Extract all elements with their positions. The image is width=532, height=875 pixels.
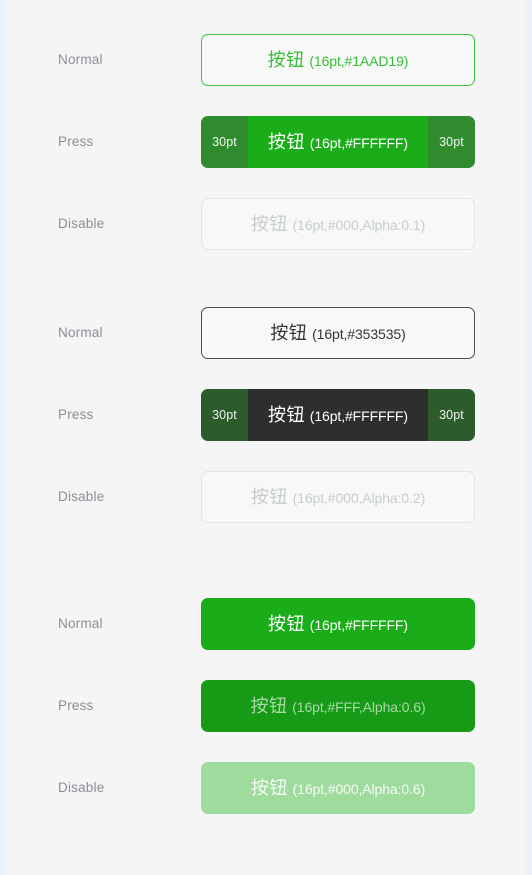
left-edge-strip: [0, 0, 9, 875]
button-label-cn: 按钮: [268, 132, 306, 152]
button-label-meta: (16pt,#000,Alpha:0.6): [292, 781, 426, 797]
spec-sheet: Normal 按钮 (16pt,#1AAD19) Press 30pt 按钮 (…: [9, 0, 523, 875]
button-outline-green-disabled: 按钮 (16pt,#000,Alpha:0.1): [201, 198, 475, 250]
state-label-disable: Disable: [58, 216, 105, 231]
button-label-cn: 按钮: [250, 214, 288, 234]
row-press: Press 按钮 (16pt,#FFF,Alpha:0.6): [9, 680, 523, 732]
state-label-normal: Normal: [58, 52, 103, 67]
row-disable: Disable 按钮 (16pt,#000,Alpha:0.1): [9, 198, 523, 250]
button-label-cn: 按钮: [268, 405, 306, 425]
state-label-normal: Normal: [58, 616, 103, 631]
padding-spec-left: 30pt: [201, 116, 248, 168]
button-label-meta: (16pt,#000,Alpha:0.1): [292, 217, 426, 233]
button-label-cn: 按钮: [250, 778, 288, 798]
button-core: 按钮 (16pt,#FFFFFF): [248, 389, 428, 441]
button-label: 按钮 (16pt,#1AAD19): [268, 51, 409, 69]
button-group-outline-dark: Normal 按钮 (16pt,#353535) Press 30pt 按钮 (…: [9, 307, 523, 523]
button-label-meta: (16pt,#353535): [312, 326, 406, 342]
button-label-cn: 按钮: [268, 614, 306, 634]
row-normal: Normal 按钮 (16pt,#353535): [9, 307, 523, 359]
right-edge-strip: [523, 0, 532, 875]
button-label-meta: (16pt,#FFFFFF): [309, 617, 408, 633]
padding-spec-right: 30pt: [428, 116, 475, 168]
state-label-press: Press: [58, 134, 94, 149]
button-label-cn: 按钮: [267, 50, 305, 70]
state-label-disable: Disable: [58, 780, 105, 795]
button-label: 按钮 (16pt,#000,Alpha:0.2): [251, 488, 425, 506]
button-label-meta: (16pt,#000,Alpha:0.2): [292, 490, 426, 506]
padding-spec-right: 30pt: [428, 389, 475, 441]
row-disable: Disable 按钮 (16pt,#000,Alpha:0.2): [9, 471, 523, 523]
button-label: 按钮 (16pt,#000,Alpha:0.6): [251, 779, 425, 797]
button-label-meta: (16pt,#FFFFFF): [309, 408, 408, 424]
state-label-disable: Disable: [58, 489, 105, 504]
button-label-cn: 按钮: [270, 323, 308, 343]
button-outline-green-normal[interactable]: 按钮 (16pt,#1AAD19): [201, 34, 475, 86]
button-outline-dark-normal[interactable]: 按钮 (16pt,#353535): [201, 307, 475, 359]
row-normal: Normal 按钮 (16pt,#FFFFFF): [9, 598, 523, 650]
button-label-cn: 按钮: [250, 696, 288, 716]
button-label-cn: 按钮: [250, 487, 288, 507]
padding-spec-left: 30pt: [201, 389, 248, 441]
button-core: 按钮 (16pt,#FFFFFF): [248, 116, 428, 168]
row-press: Press 30pt 按钮 (16pt,#FFFFFF) 30pt: [9, 389, 523, 441]
state-label-press: Press: [58, 407, 94, 422]
state-label-press: Press: [58, 698, 94, 713]
button-label-meta: (16pt,#FFFFFF): [309, 135, 408, 151]
state-label-normal: Normal: [58, 325, 103, 340]
button-label: 按钮 (16pt,#000,Alpha:0.1): [251, 215, 425, 233]
button-solid-green-press[interactable]: 按钮 (16pt,#FFF,Alpha:0.6): [201, 680, 475, 732]
button-outline-dark-press[interactable]: 30pt 按钮 (16pt,#FFFFFF) 30pt: [201, 389, 475, 441]
row-normal: Normal 按钮 (16pt,#1AAD19): [9, 34, 523, 86]
button-group-outline-green: Normal 按钮 (16pt,#1AAD19) Press 30pt 按钮 (…: [9, 34, 523, 250]
button-solid-green-normal[interactable]: 按钮 (16pt,#FFFFFF): [201, 598, 475, 650]
row-press: Press 30pt 按钮 (16pt,#FFFFFF) 30pt: [9, 116, 523, 168]
button-label: 按钮 (16pt,#FFFFFF): [268, 406, 408, 424]
row-disable: Disable 按钮 (16pt,#000,Alpha:0.6): [9, 762, 523, 814]
button-outline-dark-disabled: 按钮 (16pt,#000,Alpha:0.2): [201, 471, 475, 523]
button-label-meta: (16pt,#1AAD19): [309, 53, 409, 69]
button-label: 按钮 (16pt,#FFFFFF): [268, 133, 408, 151]
button-label: 按钮 (16pt,#FFFFFF): [268, 615, 408, 633]
button-group-solid-green: Normal 按钮 (16pt,#FFFFFF) Press 按钮 (16pt,…: [9, 598, 523, 814]
button-label: 按钮 (16pt,#353535): [270, 324, 405, 342]
button-outline-green-press[interactable]: 30pt 按钮 (16pt,#FFFFFF) 30pt: [201, 116, 475, 168]
button-label-meta: (16pt,#FFF,Alpha:0.6): [292, 699, 426, 715]
button-label: 按钮 (16pt,#FFF,Alpha:0.6): [250, 697, 425, 715]
button-solid-green-disabled: 按钮 (16pt,#000,Alpha:0.6): [201, 762, 475, 814]
